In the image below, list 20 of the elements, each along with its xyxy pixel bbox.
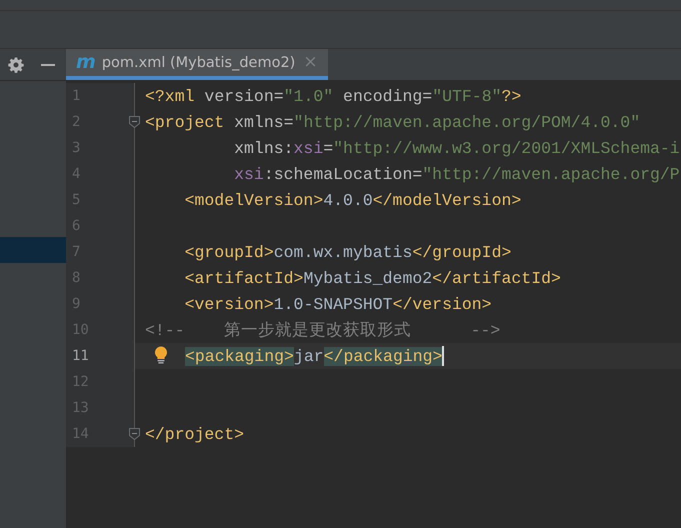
minimize-icon[interactable] xyxy=(41,64,55,66)
code-line: <!-- 第一步就是更改获取形式 --> xyxy=(145,320,500,341)
tab-label: pom.xml (Mybatis_demo2) xyxy=(102,54,296,70)
code-line: </project> xyxy=(145,424,244,445)
fold-marker-icon[interactable] xyxy=(129,428,140,440)
line-number: 11 xyxy=(72,348,89,364)
code-line: <artifactId>Mybatis_demo2</artifactId> xyxy=(184,268,561,289)
fold-marker-icon[interactable] xyxy=(129,116,140,128)
editor-tab[interactable]: m pom.xml (Mybatis_demo2) × xyxy=(66,49,328,80)
code-line: <groupId>com.wx.mybatis</groupId> xyxy=(184,242,512,263)
maven-icon: m xyxy=(76,53,96,72)
settings-icon[interactable] xyxy=(8,56,24,72)
code-line: xsi:schemaLocation="http://maven.apache.org/P xyxy=(233,164,680,185)
code-line: xmlns:xsi="http://www.w3.org/2001/XMLSchema-i xyxy=(233,138,680,159)
code-line: <version>1.0-SNAPSHOT</version> xyxy=(184,294,492,315)
code-line: <project xmlns="http://maven.apache.org/POM/4.0.0" xyxy=(145,112,640,133)
lightbulb-icon[interactable] xyxy=(154,346,168,364)
code-line: <?xml version="1.0" encoding="UTF-8"?> xyxy=(145,86,522,107)
code-line: <packaging>jar</packaging> xyxy=(185,345,444,367)
code-line: <modelVersion>4.0.0</modelVersion> xyxy=(184,190,522,211)
